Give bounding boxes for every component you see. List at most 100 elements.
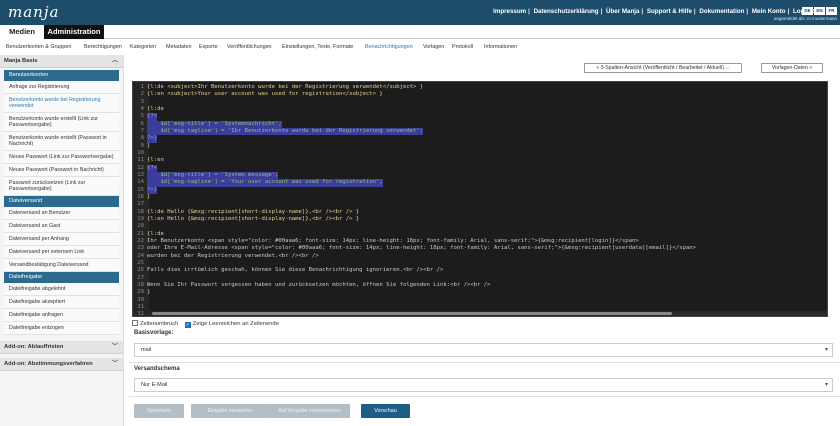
- sidebar-item[interactable]: Dateifreigabe entzogen: [4, 322, 119, 335]
- sidebar-addon-ablauffristen[interactable]: Add-on: Ablauffristen ﹀: [0, 341, 123, 354]
- save-button[interactable]: Speichern: [134, 404, 184, 418]
- code-line: 21 {l:de: [133, 230, 827, 238]
- manja-logo[interactable]: manja: [8, 3, 59, 21]
- line-number: 6: [140, 120, 144, 127]
- line-number: 29: [137, 289, 144, 296]
- addon-label: Add-on: Abstimmungsverfahren: [4, 361, 93, 367]
- code-line-text: Ihr Benutzerkonto <span style="color: #0…: [147, 237, 639, 244]
- preview-button[interactable]: Vorschau: [361, 404, 410, 418]
- sidebar-item-active[interactable]: Benutzerkonto wurde bei Registrierung ve…: [4, 94, 119, 113]
- sidebar-item[interactable]: Benutzerkonto wurde erstellt (Passwort i…: [4, 132, 119, 151]
- subnav-veroeffentlichungen[interactable]: Veröffentlichungen: [227, 44, 272, 50]
- sidebar-item[interactable]: Dateifreigabe akzeptiert: [4, 296, 119, 309]
- sidebar-section-dateiversand[interactable]: Dateiversand: [4, 196, 119, 207]
- code-line: 14 $d['msg-tagline'] = 'Your user accoun…: [133, 179, 827, 187]
- link-datenschutz[interactable]: Datenschutzerklärung: [534, 8, 599, 15]
- subnav-benachrichtigungen[interactable]: Benachrichtigungen: [365, 44, 413, 50]
- versandschema-select[interactable]: Nur E-Mail ▾: [134, 378, 833, 392]
- chevron-up-icon: ︿: [111, 58, 118, 64]
- line-number: 24: [137, 252, 144, 259]
- code-line-text: {l:de: [147, 230, 164, 237]
- line-number: 5: [140, 113, 144, 120]
- subnav-protokoll[interactable]: Protokoll: [452, 44, 473, 50]
- tab-administration[interactable]: Administration: [44, 25, 104, 39]
- code-line: 16}: [133, 193, 827, 201]
- scrollbar-thumb[interactable]: [152, 312, 672, 315]
- subnav-exporte[interactable]: Exporte: [199, 44, 218, 50]
- line-number: 2: [140, 91, 144, 98]
- link-impressum[interactable]: Impressum: [493, 8, 526, 15]
- sidebar-section-benutzerkonten[interactable]: Benutzerkonten: [4, 70, 119, 81]
- code-line-text: $d['msg-title'] = 'Systemnachricht';: [147, 120, 282, 128]
- discard-input-button[interactable]: Eingabe verwerfen: [191, 404, 269, 418]
- sidebar-addon-abstimmung[interactable]: Add-on: Abstimmungsverfahren ﹀: [0, 358, 123, 371]
- admin-subnav: Benutzerkonten & Gruppen Berechtigungen …: [0, 40, 840, 54]
- line-wrap-checkbox[interactable]: [132, 320, 138, 326]
- code-line-text: ?>}: [147, 186, 158, 194]
- subnav-vorlagen[interactable]: Vorlagen: [423, 44, 444, 50]
- code-line-text: $d['msg-tagline'] = 'Ihr Benutzerkonto w…: [147, 127, 424, 136]
- template-data-button[interactable]: Vorlagen-Daten »: [761, 63, 823, 73]
- subnav-informationen[interactable]: Informationen: [484, 44, 517, 50]
- line-number: 31: [137, 303, 144, 310]
- chevron-down-icon: ﹀: [111, 344, 118, 350]
- show-spaces-checkbox[interactable]: ✓: [184, 322, 191, 328]
- code-line-text: {l:de Hallo {&msg:recipient[short-displa…: [147, 208, 360, 215]
- sidebar-item[interactable]: Passwort zurücksetzen (Link zur Passwort…: [4, 177, 119, 196]
- code-line: 18 {l:de Hallo {&msg:recipient[short-disp…: [133, 208, 827, 216]
- sidebar-item[interactable]: Dateiversand an Benutzer: [4, 207, 119, 220]
- code-line: 24 wurden bei der Registrierung verwendet…: [133, 252, 827, 260]
- code-line: 3: [133, 99, 827, 106]
- link-dokumentation[interactable]: Dokumentation: [699, 8, 744, 15]
- code-line-text: $d['msg-tagline'] = 'Your user account w…: [147, 179, 383, 187]
- tab-medien[interactable]: Medien: [0, 25, 44, 39]
- sidebar-item[interactable]: Dateiversand an Gast: [4, 220, 119, 233]
- top-links: Impressum | Datenschutzerklärung | Über Ma…: [493, 8, 814, 15]
- editor-scrollbar[interactable]: [149, 311, 827, 316]
- sidebar-item[interactable]: Dateiversand per externem Link: [4, 246, 119, 259]
- subnav-metadaten[interactable]: Metadaten: [166, 44, 191, 50]
- line-number: 19: [137, 215, 144, 222]
- three-column-view-button[interactable]: « 3-Spalten-Ansicht (Veröffentlicht / Be…: [584, 63, 742, 73]
- code-editor[interactable]: 1 {l:de <subject>Ihr Benutzerkonto wurde …: [132, 81, 828, 317]
- link-mein-konto[interactable]: Mein Konto: [752, 8, 786, 15]
- addon-label: Add-on: Ablauffristen: [4, 344, 64, 350]
- line-wrap-label: Zeilenumbruch: [140, 321, 179, 327]
- code-line-text: {l:de: [147, 105, 164, 112]
- subnav-einstellungen[interactable]: Einstellungen, Texte, Formate: [282, 44, 353, 50]
- chevron-down-icon: ▾: [824, 347, 828, 353]
- code-line: 6 $d['msg-title'] = 'Systemnachricht';: [133, 120, 827, 128]
- sidebar-section-dateifreigabe[interactable]: Dateifreigabe: [4, 272, 119, 283]
- reset-to-default-button[interactable]: Auf Vorgabe zurücksetzen: [269, 404, 350, 418]
- code-line-text: }: [147, 193, 151, 200]
- lang-de-button[interactable]: DE: [802, 7, 813, 15]
- sidebar-item[interactable]: Dateifreigabe abgelehnt: [4, 283, 119, 296]
- lang-fr-button[interactable]: FR: [826, 7, 837, 15]
- show-spaces-label: Zeige Leerzeichen an Zeilenende: [192, 321, 279, 327]
- code-line-text: {l:en <subject>Your user account was use…: [147, 91, 383, 98]
- sidebar-item[interactable]: Versandbestätigung Dateiversand: [4, 259, 119, 272]
- line-number: 13: [137, 171, 144, 178]
- subnav-kategorien[interactable]: Kategorien: [130, 44, 156, 50]
- link-support[interactable]: Support & Hilfe: [647, 8, 692, 15]
- code-line: 15 ?>}: [133, 186, 827, 194]
- code-line: 12 {?<: [133, 164, 827, 172]
- sidebar-item[interactable]: Dateiversand per Anhang: [4, 233, 119, 246]
- lang-en-button[interactable]: EN: [814, 7, 825, 15]
- code-line-text: {?<: [147, 113, 158, 121]
- line-number: 25: [137, 259, 144, 266]
- sidebar-item[interactable]: Benutzerkonto wurde erstellt (Link zur P…: [4, 113, 119, 132]
- subnav-berechtigungen[interactable]: Berechtigungen: [84, 44, 122, 50]
- sidebar-item[interactable]: Neues Passwort (Passwort in Nachricht): [4, 164, 119, 177]
- language-switcher: DE EN FR: [802, 7, 837, 15]
- subnav-benutzerkonten[interactable]: Benutzerkonten & Gruppen: [6, 44, 71, 50]
- code-line: 10: [133, 150, 827, 157]
- sidebar-header[interactable]: Manja Basis ︿: [0, 55, 123, 68]
- code-line: 28 Wenn Sie Ihr Passwort vergessen haben …: [133, 282, 827, 289]
- sidebar-item[interactable]: Dateifreigabe anfragen: [4, 309, 119, 322]
- sidebar-item[interactable]: Neues Passwort (Link zur Passwortvergabe…: [4, 151, 119, 164]
- basisvorlage-select[interactable]: mail ▾: [134, 343, 833, 357]
- sidebar-item[interactable]: Anfrage zur Registrierung: [4, 81, 119, 94]
- link-ueber-manja[interactable]: Über Manja: [606, 8, 639, 15]
- versandschema-label: Versandschema: [134, 366, 180, 372]
